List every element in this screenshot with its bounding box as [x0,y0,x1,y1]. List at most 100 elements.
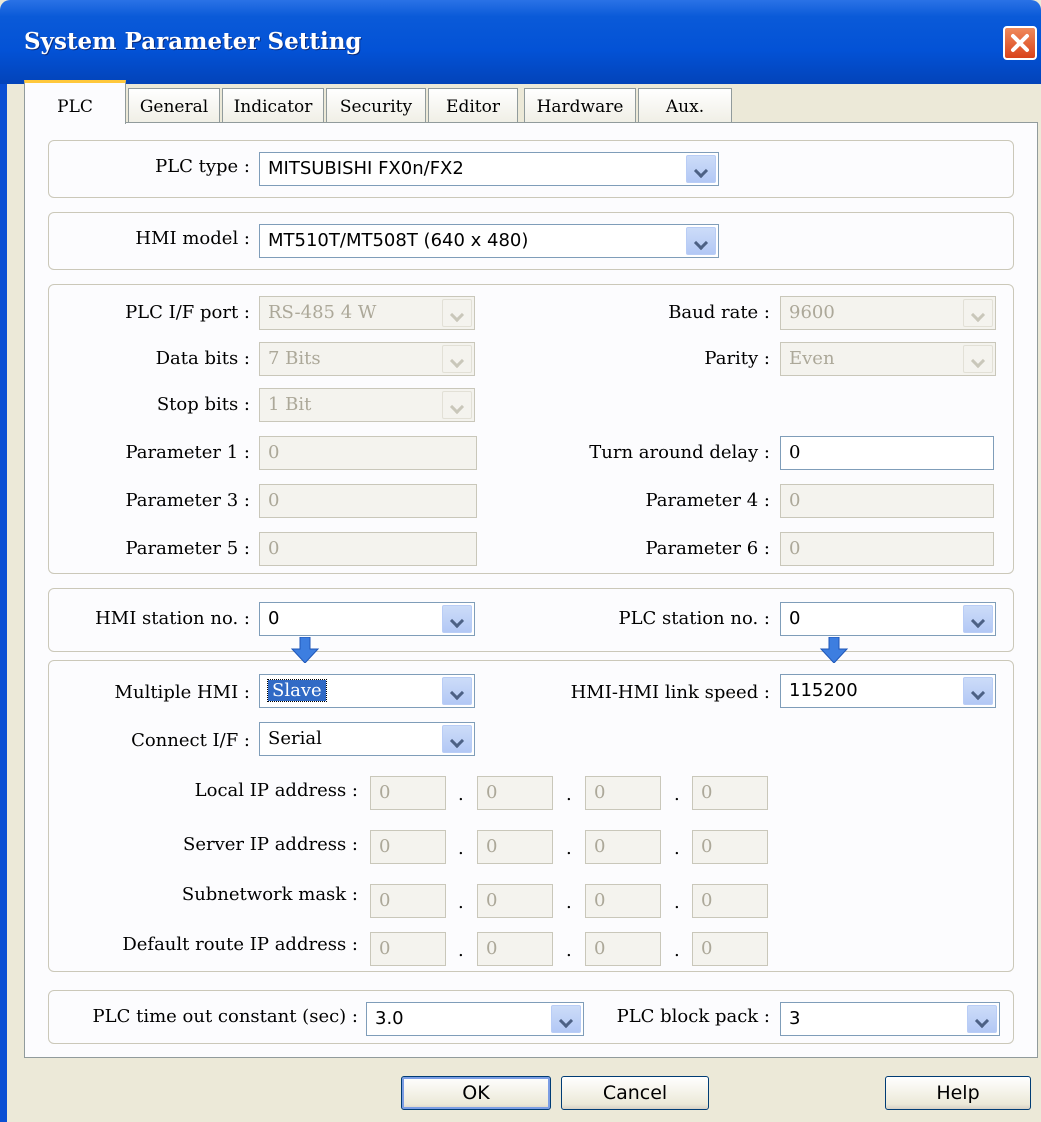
plc-station-select[interactable]: 0 [780,602,996,636]
chevron-down-icon[interactable] [686,155,716,183]
hmi-link-speed-label: HMI-HMI link speed : [570,682,770,703]
multiple-hmi-select[interactable]: Slave [259,674,475,708]
connect-if-select[interactable]: Serial [259,722,475,756]
parameter-1-label: Parameter 1 : [125,442,250,463]
chevron-down-icon[interactable] [442,605,472,633]
plc-if-port-label: PLC I/F port : [125,302,250,323]
parity-label: Parity : [704,348,770,369]
subnet-octet-3[interactable]: 0 [585,884,661,918]
window-border [0,84,7,1122]
parameter-1-field[interactable]: 0 [259,436,477,470]
ip-dot: . [566,892,572,913]
ip-dot: . [566,784,572,805]
local-ip-octet-4[interactable]: 0 [692,776,768,810]
blue-down-arrow-icon [819,637,849,663]
tab-plc[interactable]: PLC [24,80,126,124]
parameter-5-field[interactable]: 0 [259,532,477,566]
route-ip-octet-4[interactable]: 0 [692,932,768,966]
chevron-down-icon[interactable] [963,605,993,633]
multiple-hmi-label: Multiple HMI : [114,682,250,703]
help-button[interactable]: Help [885,1076,1031,1110]
window-title: System Parameter Setting [24,28,362,55]
ip-dot: . [674,892,680,913]
parity-select[interactable]: Even [780,342,996,376]
connect-if-label: Connect I/F : [131,730,250,751]
tab-editor[interactable]: Editor [428,88,518,122]
turn-around-delay-field[interactable]: 0 [780,436,994,470]
chevron-down-icon[interactable] [442,391,472,419]
server-ip-octet-2[interactable]: 0 [477,830,553,864]
parameter-4-field[interactable]: 0 [780,484,994,518]
timeout-constant-select[interactable]: 3.0 [366,1002,584,1036]
ip-dot: . [458,940,464,961]
chevron-down-icon[interactable] [551,1005,581,1033]
timeout-constant-label: PLC time out constant (sec) : [92,1006,358,1027]
tab-general[interactable]: General [128,88,220,122]
subnet-octet-4[interactable]: 0 [692,884,768,918]
local-ip-octet-2[interactable]: 0 [477,776,553,810]
block-pack-select[interactable]: 3 [780,1002,1000,1036]
title-bar: System Parameter Setting [0,0,1041,84]
stop-bits-select[interactable]: 1 Bit [259,388,475,422]
close-button[interactable] [1003,26,1037,60]
chevron-down-icon[interactable] [967,1005,997,1033]
cancel-button[interactable]: Cancel [561,1076,709,1110]
blue-down-arrow-icon [290,637,320,663]
ip-dot: . [458,784,464,805]
hmi-model-label: HMI model : [135,228,250,249]
plc-type-select[interactable]: MITSUBISHI FX0n/FX2 [259,152,719,186]
parameter-5-label: Parameter 5 : [125,538,250,559]
server-ip-octet-4[interactable]: 0 [692,830,768,864]
server-ip-label: Server IP address : [183,834,358,855]
route-ip-octet-3[interactable]: 0 [585,932,661,966]
route-ip-octet-2[interactable]: 0 [477,932,553,966]
chevron-down-icon[interactable] [442,299,472,327]
data-bits-select[interactable]: 7 Bits [259,342,475,376]
hmi-link-speed-select[interactable]: 115200 [780,674,996,708]
parameter-3-field[interactable]: 0 [259,484,477,518]
ip-dot: . [566,838,572,859]
chevron-down-icon[interactable] [963,345,993,373]
parameter-3-label: Parameter 3 : [125,490,250,511]
data-bits-label: Data bits : [155,348,250,369]
server-ip-octet-1[interactable]: 0 [370,830,446,864]
local-ip-octet-1[interactable]: 0 [370,776,446,810]
parameter-4-label: Parameter 4 : [645,490,770,511]
ip-dot: . [458,892,464,913]
tab-security[interactable]: Security [326,88,426,122]
baud-rate-select[interactable]: 9600 [780,296,996,330]
chevron-down-icon[interactable] [442,677,472,705]
subnet-octet-1[interactable]: 0 [370,884,446,918]
local-ip-octet-3[interactable]: 0 [585,776,661,810]
ip-dot: . [566,940,572,961]
parameter-6-field[interactable]: 0 [780,532,994,566]
ip-dot: . [674,940,680,961]
ip-dot: . [674,784,680,805]
route-ip-octet-1[interactable]: 0 [370,932,446,966]
server-ip-octet-3[interactable]: 0 [585,830,661,864]
parameter-6-label: Parameter 6 : [645,538,770,559]
plc-if-port-select[interactable]: RS-485 4 W [259,296,475,330]
local-ip-label: Local IP address : [194,780,358,801]
subnet-octet-2[interactable]: 0 [477,884,553,918]
chevron-down-icon[interactable] [963,677,993,705]
hmi-station-select[interactable]: 0 [259,602,475,636]
chevron-down-icon[interactable] [963,299,993,327]
ok-button[interactable]: OK [401,1076,551,1110]
subnet-mask-label: Subnetwork mask : [181,884,358,905]
close-x-icon [1011,34,1029,52]
plc-station-label: PLC station no. : [618,608,770,629]
chevron-down-icon[interactable] [442,345,472,373]
chevron-down-icon[interactable] [442,725,472,753]
ip-dot: . [458,838,464,859]
plc-type-label: PLC type : [155,156,250,177]
chevron-down-icon[interactable] [686,227,716,255]
ip-dot: . [674,838,680,859]
tab-aux[interactable]: Aux. [638,88,732,122]
tab-hardware[interactable]: Hardware [524,88,636,122]
tab-indicator[interactable]: Indicator [222,88,324,122]
stop-bits-label: Stop bits : [156,394,250,415]
turn-around-delay-label: Turn around delay : [589,442,770,463]
baud-rate-label: Baud rate : [668,302,770,323]
hmi-model-select[interactable]: MT510T/MT508T (640 x 480) [259,224,719,258]
